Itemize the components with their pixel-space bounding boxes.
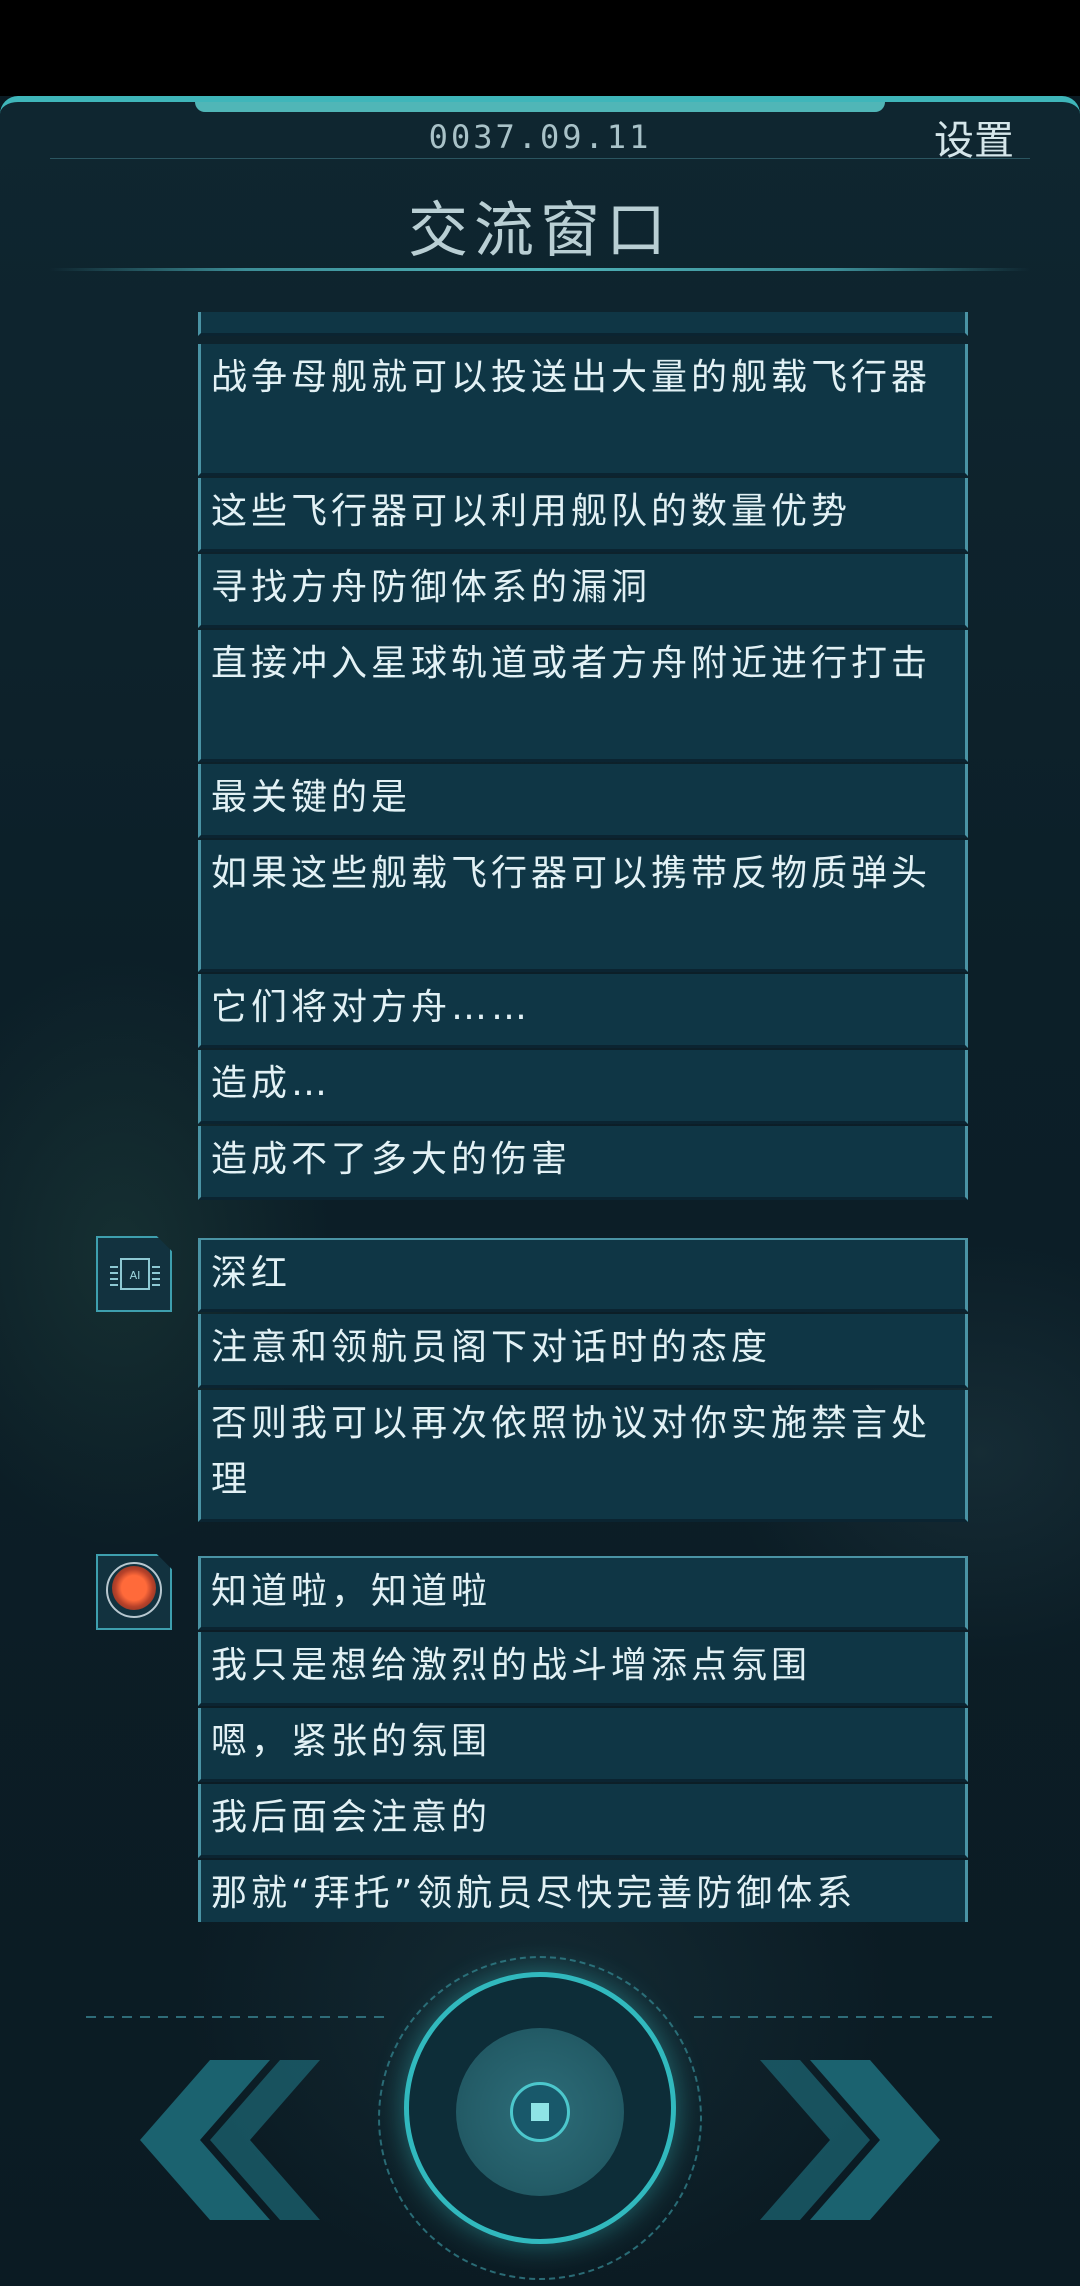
message-bubble-clipped bbox=[198, 312, 968, 336]
header-divider bbox=[50, 158, 1030, 159]
date-readout: 0037.09.11 bbox=[428, 118, 652, 156]
ai-chip-pins-left bbox=[110, 1262, 118, 1286]
ai-avatar: AI bbox=[96, 1236, 172, 1312]
player-avatar bbox=[96, 1554, 172, 1630]
stop-square-icon bbox=[531, 2103, 549, 2121]
message-bubble: 我后面会注意的 bbox=[198, 1784, 968, 1858]
double-chevron-right-icon bbox=[760, 2060, 940, 2220]
message-bubble: 直接冲入星球轨道或者方舟附近进行打击 bbox=[198, 630, 968, 762]
title-underline bbox=[50, 268, 1030, 271]
message-bubble: 战争母舰就可以投送出大量的舰载飞行器 bbox=[198, 344, 968, 476]
message-bubble: 注意和领航员阁下对话时的态度 bbox=[198, 1314, 968, 1388]
frame-glow bbox=[195, 102, 885, 112]
ai-chip-pins-right bbox=[152, 1262, 160, 1286]
message-bubble: 它们将对方舟…… bbox=[198, 974, 968, 1048]
page-title: 交流窗口 bbox=[408, 196, 672, 266]
control-divider-right bbox=[694, 2016, 994, 2018]
message-bubble: 造成不了多大的伤害 bbox=[198, 1126, 968, 1200]
message-bubble: 否则我可以再次依照协议对你实施禁言处理 bbox=[198, 1390, 968, 1522]
message-bubble: 如果这些舰载飞行器可以携带反物质弹头 bbox=[198, 840, 968, 972]
message-bubble: 寻找方舟防御体系的漏洞 bbox=[198, 554, 968, 628]
message-bubble: 那就“拜托”领航员尽快完善防御体系 bbox=[198, 1860, 968, 1922]
message-bubble: 造成… bbox=[198, 1050, 968, 1124]
message-bubble: 最关键的是 bbox=[198, 764, 968, 838]
red-orb-icon bbox=[112, 1566, 156, 1610]
chat-log[interactable]: 战争母舰就可以投送出大量的舰载飞行器 这些飞行器可以利用舰队的数量优势 寻找方舟… bbox=[0, 312, 1080, 1922]
message-bubble-speaker: 知道啦，知道啦 bbox=[198, 1556, 968, 1630]
ai-chip-icon: AI bbox=[120, 1258, 150, 1290]
message-bubble: 嗯，紧张的氛围 bbox=[198, 1708, 968, 1782]
control-divider-left bbox=[86, 2016, 386, 2018]
double-chevron-left-icon bbox=[140, 2060, 320, 2220]
previous-button[interactable] bbox=[100, 2050, 320, 2230]
status-bar bbox=[0, 0, 1080, 96]
message-bubble: 这些飞行器可以利用舰队的数量优势 bbox=[198, 478, 968, 552]
message-bubble: 我只是想给激烈的战斗增添点氛围 bbox=[198, 1632, 968, 1706]
message-bubble-speaker: 深红 bbox=[198, 1238, 968, 1312]
next-button[interactable] bbox=[760, 2050, 980, 2230]
